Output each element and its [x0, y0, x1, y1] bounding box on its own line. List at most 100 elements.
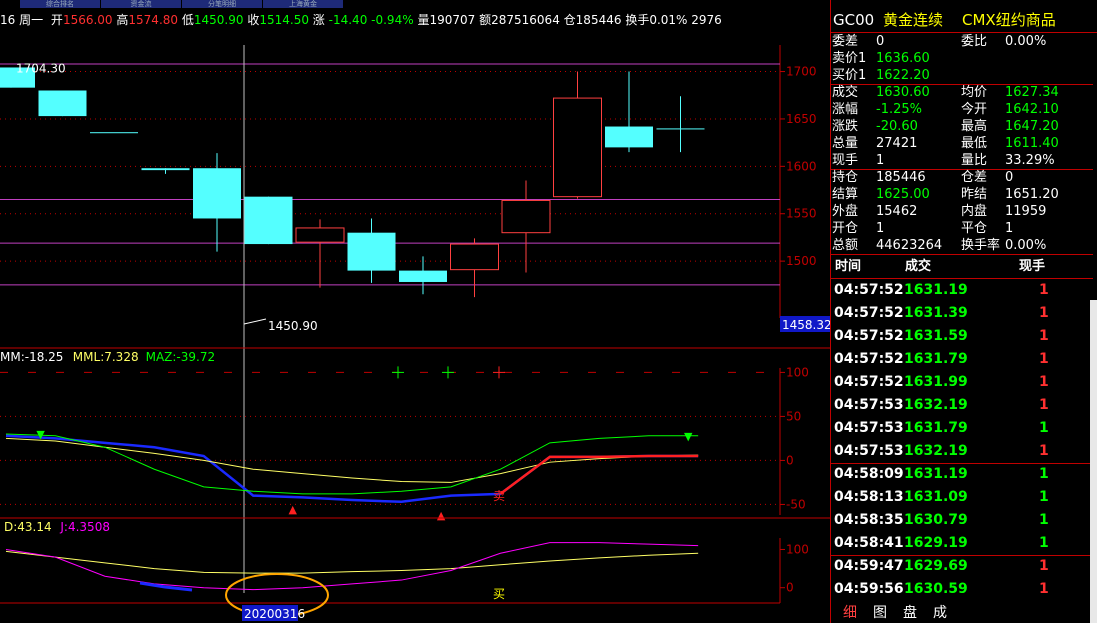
tick-header-time: 时间 — [835, 259, 862, 274]
market-name: CMX纽约商品 — [962, 11, 1056, 29]
axis-tick-label: 50 — [786, 409, 801, 423]
tick-time: 04:57:52 — [834, 328, 904, 344]
quote-label: 最低 — [961, 136, 988, 151]
tick-time: 04:57:52 — [834, 374, 904, 390]
toolbar-tab-3[interactable]: 上海黄金 — [263, 0, 344, 8]
info-date: 16 周一 — [0, 13, 44, 27]
tick-price: 1630.79 — [904, 512, 968, 528]
quote-value: 1647.20 — [1005, 119, 1059, 134]
tick-row[interactable]: 04:59:56 1630.59 1 — [831, 578, 1093, 601]
quote-label: 结算 — [832, 187, 859, 202]
tick-time: 04:57:52 — [834, 305, 904, 321]
quote-value: 11959 — [1005, 204, 1047, 219]
tick-volume: 1 — [1039, 305, 1049, 321]
indicator-line-mml — [5, 437, 699, 483]
quote-value: 33.29% — [1005, 153, 1055, 168]
indicator-line-signal — [499, 454, 699, 495]
tick-price: 1629.69 — [904, 558, 968, 574]
buy-signal-label: 买 — [493, 587, 505, 601]
tick-time: 04:58:35 — [834, 512, 904, 528]
tick-price: 1632.19 — [904, 397, 968, 413]
tick-row[interactable]: 04:57:52 1631.59 1 — [831, 325, 1093, 348]
candle-body — [347, 232, 396, 271]
tick-row[interactable]: 04:57:52 1631.99 1 — [831, 371, 1093, 394]
signal-marker: ▼ — [36, 428, 45, 441]
quote-label: 量比 — [961, 153, 988, 168]
candle-body — [90, 132, 138, 134]
quote-label: 开仓 — [832, 221, 859, 236]
axis-tick-label: 1650 — [786, 112, 817, 126]
detail-tabs: 细 图 盘 成 — [831, 603, 1093, 623]
info-high-label: 高 — [116, 13, 129, 27]
indicator-title: MM:-18.25 — [0, 350, 63, 364]
instrument-code: GC00 — [833, 11, 875, 29]
kline-chart[interactable]: 1500 1550 1600 1650 1700 1704.30 1450.90 1458.3… — [0, 30, 830, 623]
quote-label: 涨跌 — [832, 119, 859, 134]
info-high: 1574.80 — [128, 13, 179, 27]
axis-tick-label: 1550 — [786, 207, 817, 221]
toolbar-tab-0[interactable]: 综合排名 — [20, 0, 101, 8]
tick-row[interactable]: 04:57:53 1632.19 1 — [831, 440, 1093, 463]
quote-label: 现手 — [832, 153, 859, 168]
indicator-title: MAZ:-39.72 — [146, 350, 216, 364]
tab-chart[interactable]: 图 — [873, 603, 887, 623]
tick-volume: 1 — [1039, 282, 1049, 298]
vertical-scrollbar[interactable] — [1090, 300, 1097, 623]
tick-row[interactable]: 04:57:52 1631.79 1 — [831, 348, 1093, 371]
tab-trades[interactable]: 成 — [933, 603, 947, 623]
high-price-label: 1704.30 — [16, 61, 66, 75]
quote-separator — [831, 254, 1093, 255]
info-change-label: 涨 — [312, 13, 325, 27]
info-extra: 2976 — [691, 13, 722, 27]
tick-volume: 1 — [1039, 420, 1049, 436]
tick-row[interactable]: 04:57:53 1631.79 1 — [831, 417, 1093, 440]
quote-value: 1651.20 — [1005, 187, 1059, 202]
tick-row[interactable]: 04:57:52 1631.19 1 — [831, 279, 1093, 302]
toolbar-tab-2[interactable]: 分笔明细 — [182, 0, 263, 8]
tick-row[interactable]: 04:58:41 1629.19 1 — [831, 532, 1093, 555]
info-close-label: 收 — [247, 13, 260, 27]
quote-label: 仓差 — [961, 170, 988, 185]
info-oi: 185446 — [575, 13, 622, 27]
tick-row[interactable]: 04:58:35 1630.79 1 — [831, 509, 1093, 532]
quote-panel: GC00 黄金连续 CMX纽约商品 委差 0 委比 0.00% 卖价1 1636.60 买价… — [830, 0, 1097, 623]
candle-body — [399, 270, 447, 282]
candle-body — [38, 90, 87, 117]
tick-row[interactable]: 04:58:09 1631.19 1 — [831, 463, 1093, 486]
candle-body — [295, 227, 345, 243]
candle-body — [553, 97, 602, 198]
indicator-line-d — [5, 550, 699, 574]
info-volume-label: 量 — [417, 13, 430, 27]
tick-row[interactable]: 04:59:47 1629.69 1 — [831, 555, 1093, 578]
quote-label: 今开 — [961, 102, 988, 117]
quote-row: 结算 1625.00 昨结 1651.20 — [831, 186, 1093, 203]
quote-header: GC00 黄金连续 CMX纽约商品 — [831, 8, 1097, 33]
tick-volume: 1 — [1039, 374, 1049, 390]
tick-volume: 1 — [1039, 558, 1049, 574]
candle-body — [605, 126, 653, 148]
toolbar-tab-1[interactable]: 资金流 — [101, 0, 182, 8]
price-tag: 1458.32 — [782, 318, 830, 332]
quote-value: 1636.60 — [876, 51, 930, 66]
info-change-pct: -0.94% — [371, 13, 414, 27]
tab-book[interactable]: 盘 — [903, 603, 917, 623]
info-amount-label: 额 — [479, 13, 492, 27]
tick-row[interactable]: 04:58:13 1631.09 1 — [831, 486, 1093, 509]
tick-row[interactable]: 04:57:52 1631.39 1 — [831, 302, 1093, 325]
candle-body — [450, 243, 499, 271]
candle-body — [193, 168, 241, 219]
quote-label: 总额 — [832, 238, 859, 253]
low-price-label: 1450.90 — [268, 319, 318, 333]
tick-header-vol: 现手 — [1019, 259, 1046, 274]
quote-value: 27421 — [876, 136, 918, 151]
tab-detail[interactable]: 细 — [843, 603, 857, 623]
quote-value: 1627.34 — [1005, 85, 1059, 100]
tick-row[interactable]: 04:57:53 1632.19 1 — [831, 394, 1093, 417]
info-low: 1450.90 — [193, 13, 244, 27]
tick-volume: 1 — [1039, 535, 1049, 551]
quote-value: 0 — [1005, 170, 1014, 185]
info-oi-label: 仓 — [563, 13, 576, 27]
tick-price: 1631.99 — [904, 374, 968, 390]
tick-volume: 1 — [1039, 328, 1049, 344]
top-toolbar: 综合排名 资金流 分笔明细 上海黄金 — [0, 0, 830, 8]
